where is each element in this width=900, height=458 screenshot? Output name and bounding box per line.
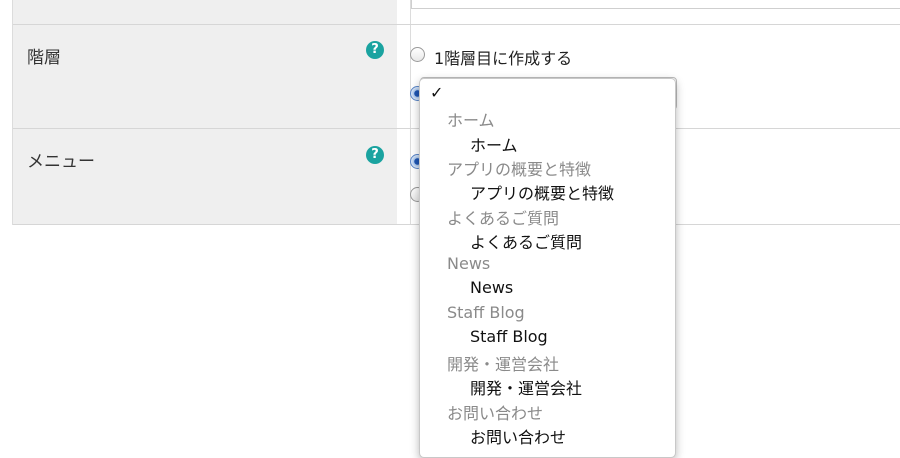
checkmark-icon: ✓: [430, 83, 444, 102]
dropdown-option[interactable]: 開発・運営会社: [470, 375, 582, 399]
dropdown-option[interactable]: アプリの概要と特徴: [470, 180, 614, 204]
dropdown-option[interactable]: お問い合わせ: [470, 424, 566, 448]
label-column: [13, 0, 397, 225]
previous-row-input[interactable]: [411, 0, 900, 9]
dropdown-option[interactable]: よくあるご質問: [470, 229, 582, 253]
dropdown-option[interactable]: News: [470, 278, 513, 297]
parent-page-dropdown: ✓ ホーム ホーム アプリの概要と特徴 アプリの概要と特徴 よくあるご質問 よく…: [419, 78, 676, 458]
option-group-label: 開発・運営会社: [447, 355, 560, 374]
option-group-label: アプリの概要と特徴: [447, 160, 592, 179]
hierarchy-top-level-radio[interactable]: [410, 47, 425, 62]
dropdown-option[interactable]: ホーム: [470, 132, 518, 156]
option-group-label: News: [447, 254, 491, 273]
help-icon[interactable]: ?: [366, 41, 384, 59]
menu-label: メニュー: [27, 152, 95, 172]
help-icon[interactable]: ?: [366, 146, 384, 164]
row-divider: [13, 24, 900, 25]
option-group-label: Staff Blog: [447, 303, 525, 322]
hierarchy-label: 階層: [27, 48, 61, 68]
option-group-label: お問い合わせ: [447, 404, 544, 423]
option-group-label: よくあるご質問: [447, 209, 560, 228]
option-group-label: ホーム: [447, 111, 495, 130]
dropdown-option[interactable]: Staff Blog: [470, 327, 548, 346]
hierarchy-top-level-label[interactable]: 1階層目に作成する: [434, 45, 572, 69]
